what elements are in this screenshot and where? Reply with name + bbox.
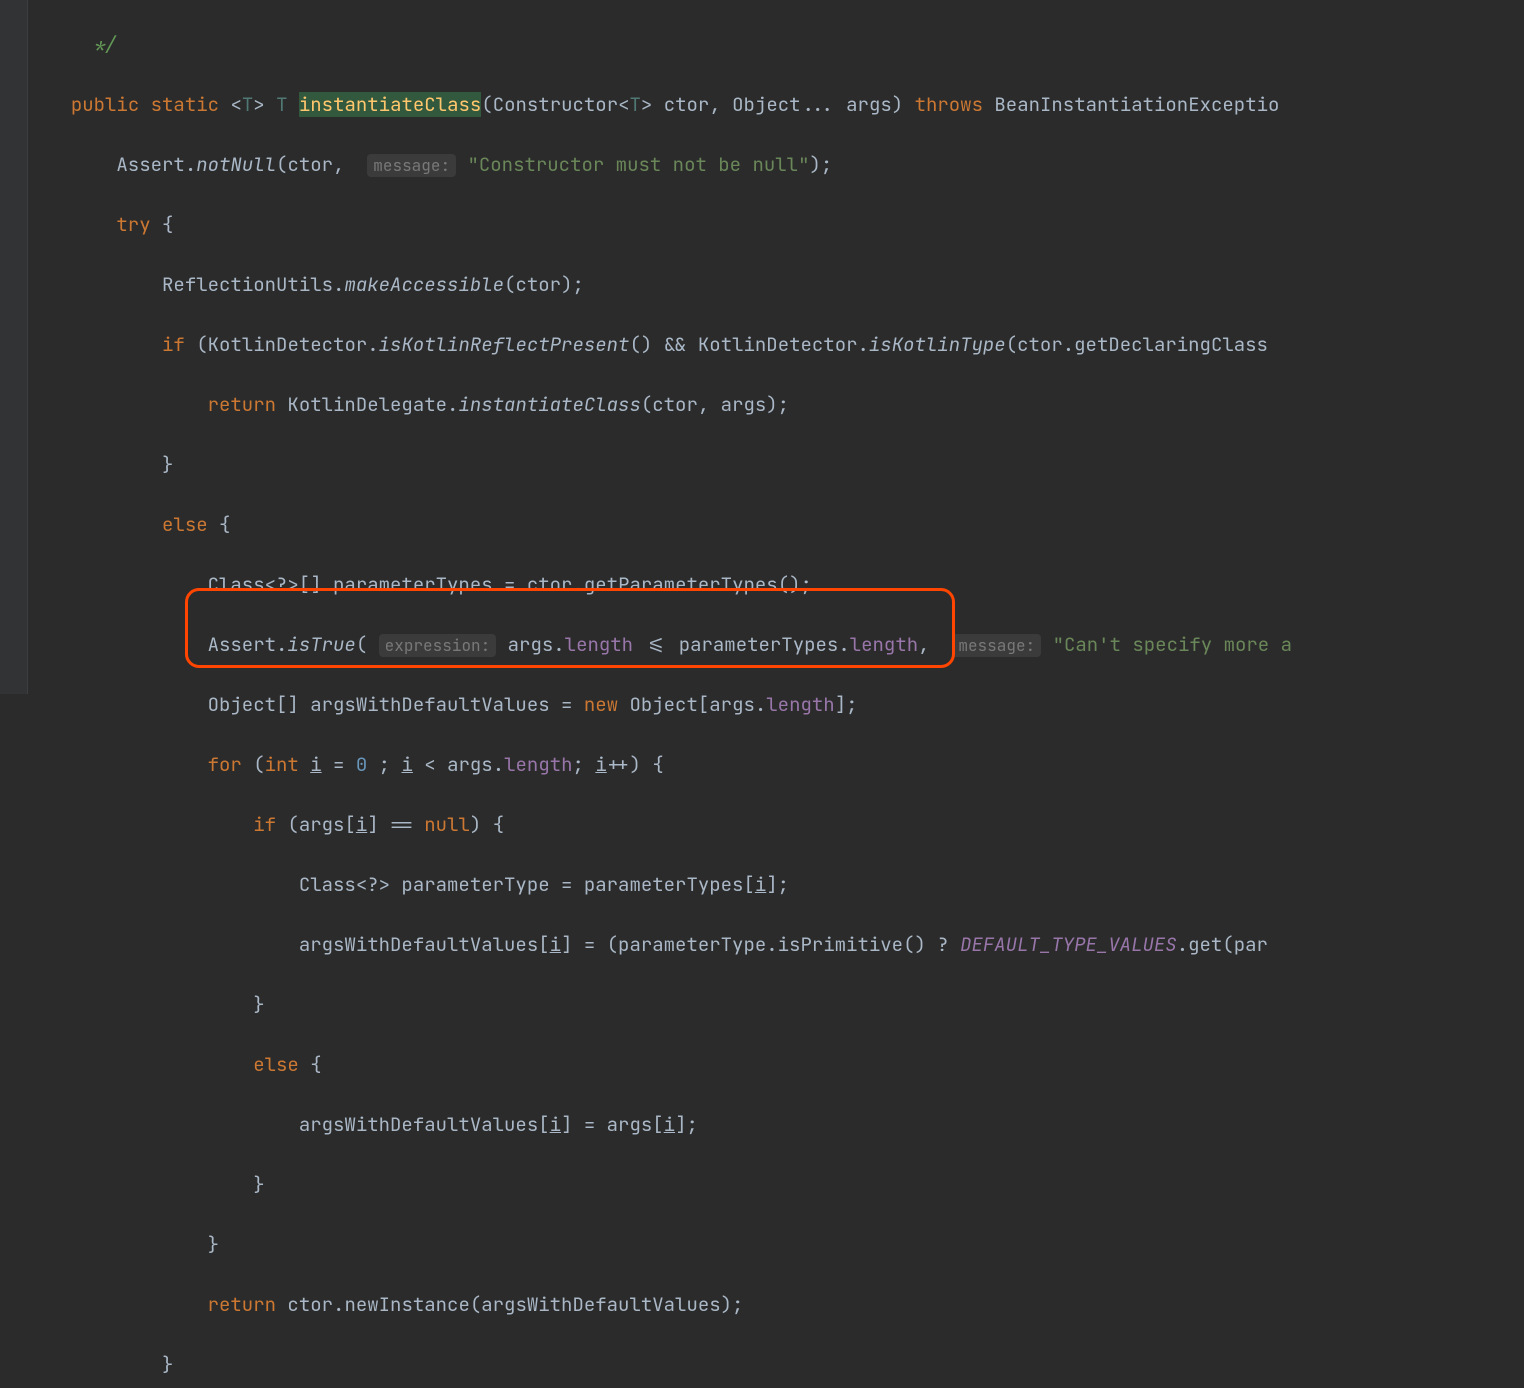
code-line[interactable]: try { — [48, 210, 1524, 240]
code-line[interactable]: ReflectionUtils.makeAccessible(ctor); — [48, 270, 1524, 300]
code-line[interactable]: public static <T> T instantiateClass(Con… — [48, 90, 1524, 120]
code-line[interactable]: if (KotlinDetector.isKotlinReflectPresen… — [48, 330, 1524, 360]
code-line[interactable]: for (int i = 0 ; i < args.length; i++) { — [48, 750, 1524, 780]
code-line[interactable]: return KotlinDelegate.instantiateClass(c… — [48, 390, 1524, 420]
code-line[interactable]: Assert.isTrue( expression: args.length <… — [48, 630, 1524, 660]
code-line[interactable]: else { — [48, 510, 1524, 540]
code-line[interactable]: } — [48, 1170, 1524, 1200]
code-line[interactable]: else { — [48, 1050, 1524, 1080]
code-line[interactable]: argsWithDefaultValues[i] = args[i]; — [48, 1110, 1524, 1140]
code-line[interactable]: argsWithDefaultValues[i] = (parameterTyp… — [48, 930, 1524, 960]
code-line[interactable]: } — [48, 1350, 1524, 1380]
editor-gutter — [0, 0, 28, 694]
code-line[interactable]: Class<?>[] parameterTypes = ctor.getPara… — [48, 570, 1524, 600]
method-declaration: instantiateClass — [299, 92, 481, 117]
parameter-hint: message: — [952, 634, 1041, 657]
code-line[interactable]: Object[] argsWithDefaultValues = new Obj… — [48, 690, 1524, 720]
code-line[interactable]: } — [48, 1230, 1524, 1260]
code-line[interactable]: } — [48, 990, 1524, 1020]
code-line[interactable]: return ctor.newInstance(argsWithDefaultV… — [48, 1290, 1524, 1320]
code-line[interactable]: if (args[i] == null) { — [48, 810, 1524, 840]
code-editor-area[interactable]: */ public static <T> T instantiateClass(… — [28, 0, 1524, 694]
code-line[interactable]: */ — [48, 30, 1524, 60]
code-line[interactable]: } — [48, 450, 1524, 480]
parameter-hint: message: — [367, 154, 456, 177]
code-line[interactable]: Class<?> parameterType = parameterTypes[… — [48, 870, 1524, 900]
parameter-hint: expression: — [379, 634, 497, 657]
code-line[interactable]: Assert.notNull(ctor, message: "Construct… — [48, 150, 1524, 180]
